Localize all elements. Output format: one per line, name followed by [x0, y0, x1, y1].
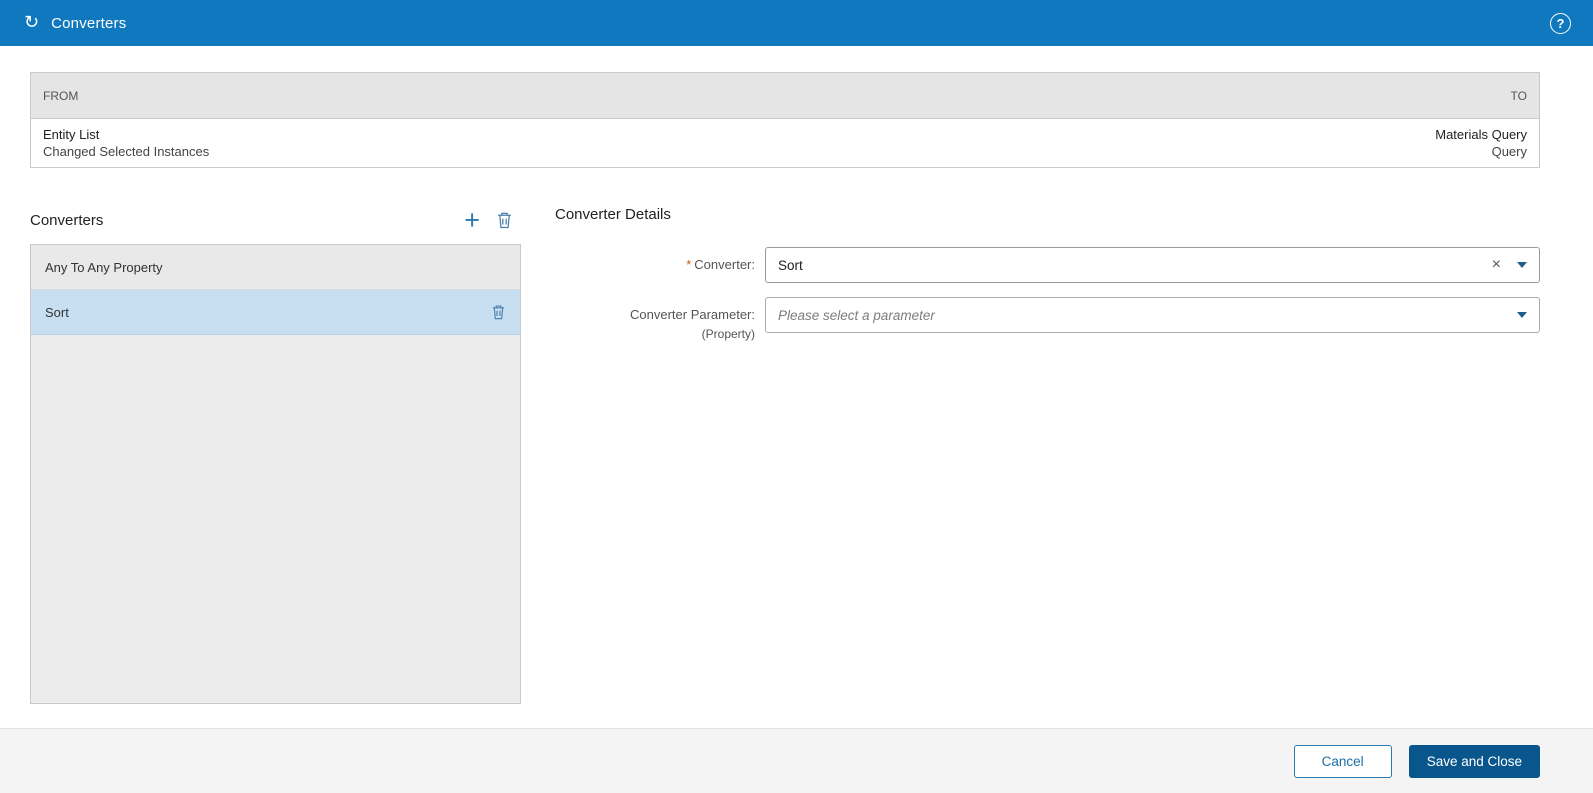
- to-primary-text: Materials Query: [1435, 127, 1527, 142]
- converter-field-label: * Converter:: [555, 247, 755, 273]
- details-panel-title: Converter Details: [555, 206, 671, 223]
- list-item-label: Any To Any Property: [45, 259, 163, 275]
- help-icon[interactable]: ?: [1550, 12, 1571, 34]
- required-marker: *: [686, 257, 692, 272]
- mapping-table-row[interactable]: Entity List Changed Selected Instances M…: [31, 119, 1539, 167]
- list-item-label: Sort: [45, 304, 69, 320]
- parameter-label-text: Converter Parameter:: [630, 307, 755, 322]
- converter-select[interactable]: Sort ×: [765, 247, 1540, 283]
- converter-field-container: Sort ×: [765, 247, 1540, 283]
- from-secondary-text: Changed Selected Instances: [43, 144, 210, 159]
- cancel-button[interactable]: Cancel: [1293, 744, 1392, 778]
- converter-details-panel: Converter Details * Converter: Sort × Co…: [555, 206, 1540, 704]
- mapping-table: FROM TO Entity List Changed Selected Ins…: [30, 72, 1540, 168]
- app-header: ↻ Converters ?: [0, 0, 1593, 46]
- converters-panel-header: Converters +: [30, 206, 521, 234]
- converters-panel: Converters + Any To Any Property Sort: [30, 206, 521, 704]
- main-content: FROM TO Entity List Changed Selected Ins…: [0, 46, 1593, 728]
- add-converter-icon[interactable]: +: [464, 207, 480, 234]
- parameter-field-label: Converter Parameter: (Property): [555, 297, 755, 342]
- chevron-down-icon[interactable]: [1517, 262, 1527, 268]
- to-secondary-text: Query: [1491, 144, 1527, 159]
- converters-icon: ↻: [24, 12, 40, 33]
- row-trash-icon[interactable]: [491, 304, 506, 320]
- mapping-table-header: FROM TO: [31, 73, 1539, 119]
- footer-bar: Cancel Save and Close: [0, 728, 1593, 793]
- to-column-header: TO: [1510, 88, 1527, 103]
- parameter-field-row: Converter Parameter: (Property) Please s…: [555, 297, 1540, 342]
- parameter-select[interactable]: Please select a parameter: [765, 297, 1540, 333]
- converters-panel-actions: +: [464, 207, 521, 234]
- save-and-close-button[interactable]: Save and Close: [1408, 744, 1540, 778]
- panels-container: Converters + Any To Any Property Sort Co…: [30, 206, 1540, 704]
- from-primary-text: Entity List: [43, 127, 100, 142]
- page-title: Converters: [51, 14, 127, 32]
- from-column-header: FROM: [43, 88, 79, 103]
- delete-converter-icon[interactable]: [496, 211, 513, 229]
- clear-icon[interactable]: ×: [1492, 257, 1501, 273]
- converters-panel-title: Converters: [30, 211, 104, 229]
- converter-field-row: * Converter: Sort ×: [555, 247, 1540, 283]
- chevron-down-icon[interactable]: [1517, 312, 1527, 318]
- converter-select-value: Sort: [778, 257, 803, 273]
- mapping-from-cell: Entity List Changed Selected Instances: [43, 126, 209, 160]
- mapping-to-cell: Materials Query Query: [1435, 126, 1527, 160]
- details-form: * Converter: Sort × Converter Parameter: …: [555, 247, 1540, 342]
- parameter-sublabel-text: (Property): [701, 327, 755, 341]
- list-item-any-to-any-property[interactable]: Any To Any Property: [31, 245, 520, 290]
- parameter-field-container: Please select a parameter: [765, 297, 1540, 333]
- parameter-select-placeholder: Please select a parameter: [778, 307, 935, 323]
- converters-list: Any To Any Property Sort: [30, 244, 521, 704]
- converter-label-text: Converter:: [694, 257, 755, 272]
- list-item-sort[interactable]: Sort: [31, 290, 520, 335]
